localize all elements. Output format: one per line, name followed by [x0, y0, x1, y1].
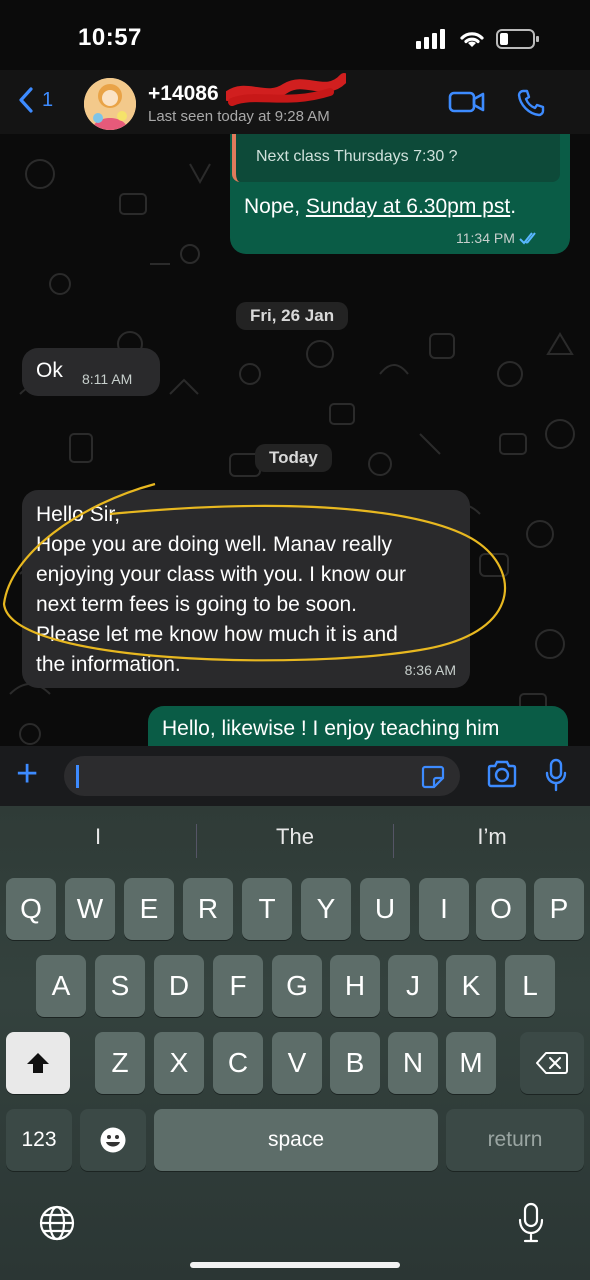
key-f[interactable]: F — [213, 955, 263, 1017]
key-q[interactable]: Q — [6, 878, 56, 940]
shift-key[interactable] — [6, 1032, 70, 1094]
key-k[interactable]: K — [446, 955, 496, 1017]
text-caret — [76, 765, 79, 788]
avatar[interactable] — [84, 78, 136, 130]
key-e[interactable]: E — [124, 878, 174, 940]
date-separator: Fri, 26 Jan — [236, 302, 349, 330]
status-bar: 10:57 — [0, 0, 590, 72]
key-c[interactable]: C — [213, 1032, 263, 1094]
outgoing-message[interactable]: Hello, likewise ! I enjoy teaching him — [148, 706, 568, 746]
key-h[interactable]: H — [330, 955, 380, 1017]
shift-arrow-icon — [27, 1053, 49, 1073]
key-a[interactable]: A — [36, 955, 86, 1017]
key-s[interactable]: S — [95, 955, 145, 1017]
return-key[interactable]: return — [446, 1109, 584, 1171]
key-r[interactable]: R — [183, 878, 233, 940]
status-icons — [416, 28, 540, 50]
delete-key[interactable] — [520, 1032, 584, 1094]
suggestion-1[interactable]: I — [0, 824, 196, 850]
cellular-signal-icon — [416, 29, 445, 49]
key-z[interactable]: Z — [95, 1032, 145, 1094]
message-input[interactable] — [64, 756, 460, 796]
date-link[interactable]: Sunday at 6.30pm pst — [306, 195, 510, 218]
message-time: 8:11 AM — [82, 371, 133, 387]
key-y[interactable]: Y — [301, 878, 351, 940]
quoted-message-text: Next class Thursdays 7:30 ? — [256, 148, 458, 165]
backspace-icon — [536, 1052, 568, 1074]
highlight-ellipse-annotation — [2, 482, 507, 662]
video-call-icon[interactable] — [448, 88, 486, 116]
key-x[interactable]: X — [154, 1032, 204, 1094]
incoming-message-text: Ok — [36, 359, 63, 382]
date-separator: Today — [255, 444, 332, 472]
key-o[interactable]: O — [476, 878, 526, 940]
key-l[interactable]: L — [505, 955, 555, 1017]
message-input-bar: + — [0, 746, 590, 806]
key-v[interactable]: V — [272, 1032, 322, 1094]
chevron-left-icon — [19, 87, 33, 113]
key-m[interactable]: M — [446, 1032, 496, 1094]
key-w[interactable]: W — [65, 878, 115, 940]
attach-plus-button[interactable]: + — [16, 754, 38, 794]
chat-header: 1 +14086 Last seen today at 9:28 AM — [0, 70, 590, 134]
microphone-icon[interactable] — [544, 758, 568, 792]
camera-icon[interactable] — [486, 760, 518, 788]
key-u[interactable]: U — [360, 878, 410, 940]
outgoing-message-text: Nope, Sunday at 6.30pm pst. — [244, 195, 517, 218]
message-time: 11:34 PM — [456, 230, 515, 246]
contact-name[interactable]: +14086 — [148, 82, 219, 106]
home-indicator[interactable] — [190, 1262, 400, 1268]
avatar-image — [84, 78, 136, 130]
key-g[interactable]: G — [272, 955, 322, 1017]
key-b[interactable]: B — [330, 1032, 380, 1094]
key-n[interactable]: N — [388, 1032, 438, 1094]
read-receipt-icon — [519, 232, 536, 245]
key-p[interactable]: P — [534, 878, 584, 940]
emoji-key[interactable] — [80, 1109, 146, 1171]
wifi-icon — [460, 32, 484, 47]
outgoing-message-meta: 11:34 PM — [456, 230, 541, 246]
back-button[interactable]: 1 — [18, 86, 53, 114]
redaction-scribble — [226, 73, 346, 106]
dictation-microphone-icon[interactable] — [516, 1202, 546, 1244]
last-seen-status: Last seen today at 9:28 AM — [148, 108, 330, 125]
suggestion-3[interactable]: I’m — [394, 824, 590, 850]
chat-area[interactable]: Next class Thursdays 7:30 ? Nope, Sunday… — [0, 134, 590, 746]
outgoing-message-text: Hello, likewise ! I enjoy teaching him — [162, 717, 500, 740]
key-d[interactable]: D — [154, 955, 204, 1017]
key-t[interactable]: T — [242, 878, 292, 940]
key-j[interactable]: J — [388, 955, 438, 1017]
status-time: 10:57 — [78, 24, 142, 51]
battery-icon — [496, 29, 539, 49]
space-key[interactable]: space — [154, 1109, 438, 1171]
suggestion-2[interactable]: The — [197, 824, 393, 850]
numbers-key[interactable]: 123 — [6, 1109, 72, 1171]
key-i[interactable]: I — [419, 878, 469, 940]
incoming-message[interactable]: Ok 8:11 AM — [22, 348, 160, 396]
quoted-message[interactable]: Next class Thursdays 7:30 ? — [232, 134, 560, 182]
keyboard: I The I’m Q W E R T Y U I O P A S D F G … — [0, 806, 590, 1280]
sticker-icon[interactable] — [420, 764, 446, 790]
unread-count: 1 — [42, 88, 54, 111]
globe-icon[interactable] — [38, 1204, 76, 1242]
phone-call-icon[interactable] — [516, 88, 546, 118]
emoji-icon — [100, 1127, 126, 1153]
